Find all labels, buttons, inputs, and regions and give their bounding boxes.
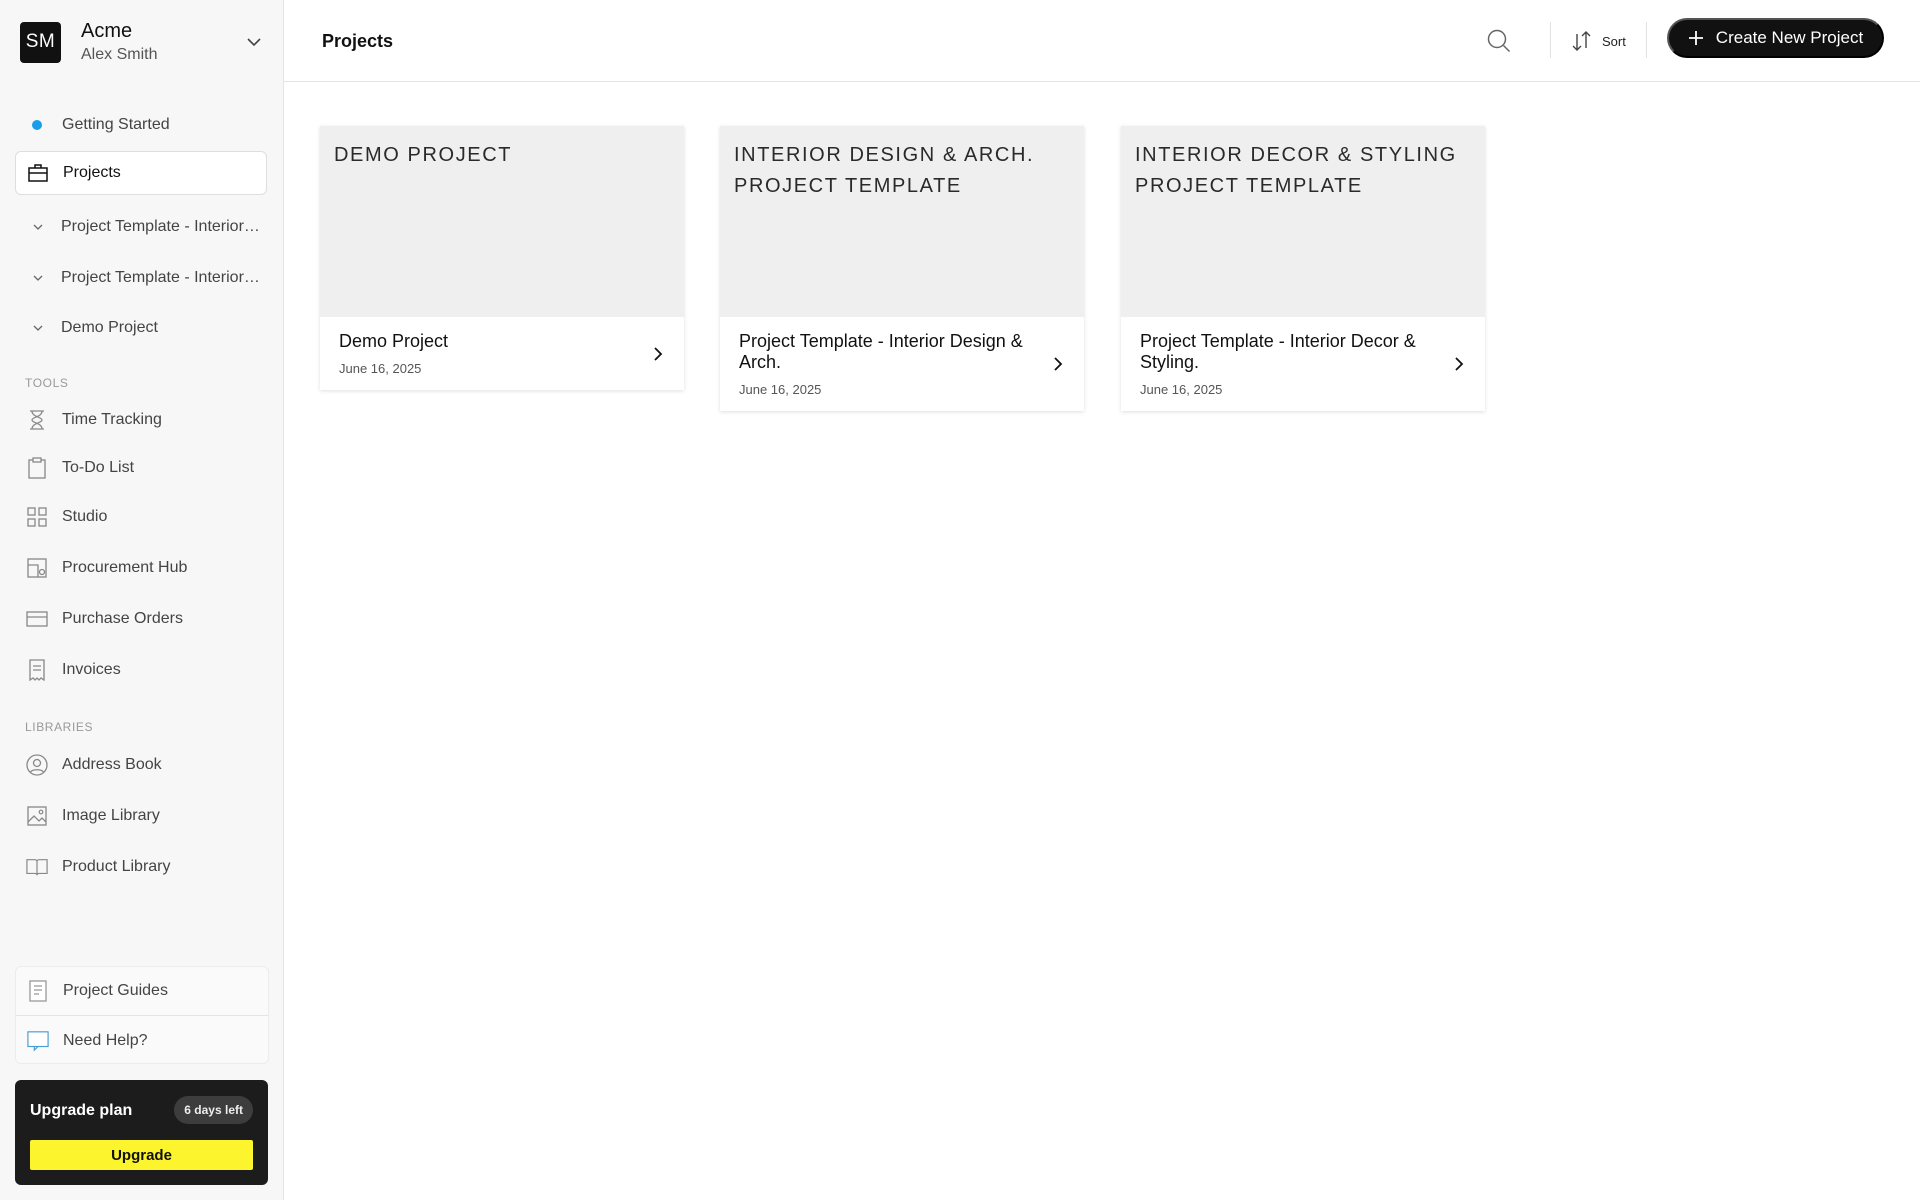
search-icon — [1487, 29, 1511, 53]
sidebar-item-need-help[interactable]: Need Help? — [16, 1019, 268, 1063]
user-name: Alex Smith — [81, 46, 158, 63]
book-icon — [26, 856, 48, 878]
help-box: Project Guides Need Help? — [15, 966, 269, 1064]
sidebar-item-studio[interactable]: Studio — [15, 495, 267, 539]
sidebar-item-getting-started[interactable]: Getting Started — [15, 103, 267, 147]
sidebar-item-label: Product Library — [62, 858, 171, 875]
section-label-tools: TOOLS — [25, 376, 69, 390]
sidebar-item-todo[interactable]: To-Do List — [15, 446, 267, 490]
project-cover: Interior Design & Arch. Project Template — [720, 126, 1084, 317]
project-cover: Interior Decor & Styling Project Templat… — [1121, 126, 1485, 317]
project-title: Project Template - Interior Design & Arc… — [739, 331, 1023, 372]
clipboard-icon — [26, 457, 48, 479]
sidebar-item-procurement-hub[interactable]: Procurement Hub — [15, 546, 267, 590]
trial-badge: 6 days left — [174, 1096, 253, 1124]
receipt-icon — [26, 659, 48, 681]
sidebar-item-label: Address Book — [62, 756, 162, 773]
sidebar-item-label: Demo Project — [61, 319, 158, 336]
sort-label: Sort — [1602, 33, 1626, 49]
sidebar-item-label: Image Library — [62, 807, 160, 824]
chevron-down-icon — [31, 216, 45, 238]
plus-icon — [1688, 30, 1704, 46]
hourglass-icon — [26, 409, 48, 431]
sidebar-project-item[interactable]: Project Template - Interior Decor & Styl… — [15, 256, 267, 300]
sidebar-item-projects[interactable]: Projects — [15, 151, 267, 195]
sidebar-item-label: Invoices — [62, 661, 121, 678]
sidebar-item-label: Project Template - Interior Decor & Styl… — [61, 269, 261, 286]
upgrade-button[interactable]: Upgrade — [30, 1140, 253, 1170]
divider — [16, 1015, 268, 1016]
sidebar-item-label: To-Do List — [62, 459, 135, 476]
create-project-label: Create New Project — [1715, 28, 1864, 47]
sidebar-item-label: Time Tracking — [62, 411, 162, 428]
chevron-right-icon[interactable] — [1449, 354, 1469, 374]
project-cover: Demo Project — [320, 126, 684, 317]
chevron-down-icon — [31, 317, 45, 339]
chevron-down-icon — [31, 267, 45, 289]
cover-title: Interior Design & Arch. Project Template — [734, 144, 1035, 197]
sidebar-item-label: Need Help? — [63, 1032, 148, 1049]
chevron-right-icon[interactable] — [648, 344, 668, 364]
divider — [1646, 22, 1647, 58]
sidebar-item-address-book[interactable]: Address Book — [15, 743, 267, 787]
sidebar-item-time-tracking[interactable]: Time Tracking — [15, 398, 267, 442]
create-project-button[interactable]: Create New Project — [1667, 18, 1884, 58]
sidebar-project-item[interactable]: Project Template - Interior Design & Arc… — [15, 205, 267, 249]
sidebar-item-invoices[interactable]: Invoices — [15, 648, 267, 692]
chat-icon — [27, 1030, 49, 1052]
cover-title: Interior Decor & Styling Project Templat… — [1135, 144, 1457, 197]
avatar: SM — [20, 21, 61, 63]
card-icon — [26, 608, 48, 630]
sidebar-item-label: Project Guides — [63, 982, 168, 999]
upgrade-panel: Upgrade plan 6 days left Upgrade — [15, 1080, 268, 1185]
sidebar-item-label: Project Template - Interior Design & Arc… — [61, 218, 261, 235]
status-dot-icon — [26, 114, 48, 136]
sidebar-item-label: Studio — [62, 508, 108, 525]
project-title: Demo Project — [339, 331, 449, 351]
page-title: Projects — [322, 31, 394, 51]
workspace-switcher[interactable]: SM Acme Alex Smith — [20, 20, 264, 64]
sidebar: SM Acme Alex Smith Getting Started Proje… — [0, 0, 284, 1200]
chevron-right-icon[interactable] — [1048, 354, 1068, 374]
project-card[interactable]: Demo Project Demo Project June 16, 2025 — [320, 126, 684, 390]
user-circle-icon — [26, 754, 48, 776]
sidebar-item-image-library[interactable]: Image Library — [15, 794, 267, 838]
sidebar-item-label: Procurement Hub — [62, 559, 188, 576]
project-card[interactable]: Interior Design & Arch. Project Template… — [720, 126, 1084, 411]
sidebar-item-product-library[interactable]: Product Library — [15, 845, 267, 889]
sidebar-item-label: Getting Started — [62, 116, 170, 133]
upgrade-title: Upgrade plan — [30, 1102, 133, 1119]
sidebar-item-project-guides[interactable]: Project Guides — [16, 969, 268, 1013]
cover-title: Demo Project — [334, 144, 513, 166]
sidebar-item-label: Purchase Orders — [62, 610, 183, 627]
document-icon — [27, 980, 49, 1002]
project-card[interactable]: Interior Decor & Styling Project Templat… — [1121, 126, 1485, 411]
chevron-down-icon — [247, 38, 261, 47]
project-date: June 16, 2025 — [739, 382, 822, 397]
page-header: Projects Sort Create New Project — [284, 0, 1920, 82]
search-button[interactable] — [1484, 26, 1514, 56]
grid-icon — [26, 506, 48, 528]
procurement-icon — [26, 557, 48, 579]
sidebar-project-item[interactable]: Demo Project — [15, 306, 267, 350]
project-title: Project Template - Interior Decor & Styl… — [1140, 331, 1416, 372]
project-date: June 16, 2025 — [339, 361, 422, 376]
workspace-name: Acme — [81, 20, 133, 42]
project-date: June 16, 2025 — [1140, 382, 1223, 397]
divider — [1550, 22, 1551, 58]
sort-icon — [1572, 31, 1591, 51]
sidebar-item-label: Projects — [63, 164, 121, 181]
sidebar-item-purchase-orders[interactable]: Purchase Orders — [15, 597, 267, 641]
sort-button[interactable]: Sort — [1570, 26, 1626, 56]
briefcase-icon — [27, 162, 49, 184]
image-icon — [26, 805, 48, 827]
section-label-libraries: LIBRARIES — [25, 720, 94, 734]
